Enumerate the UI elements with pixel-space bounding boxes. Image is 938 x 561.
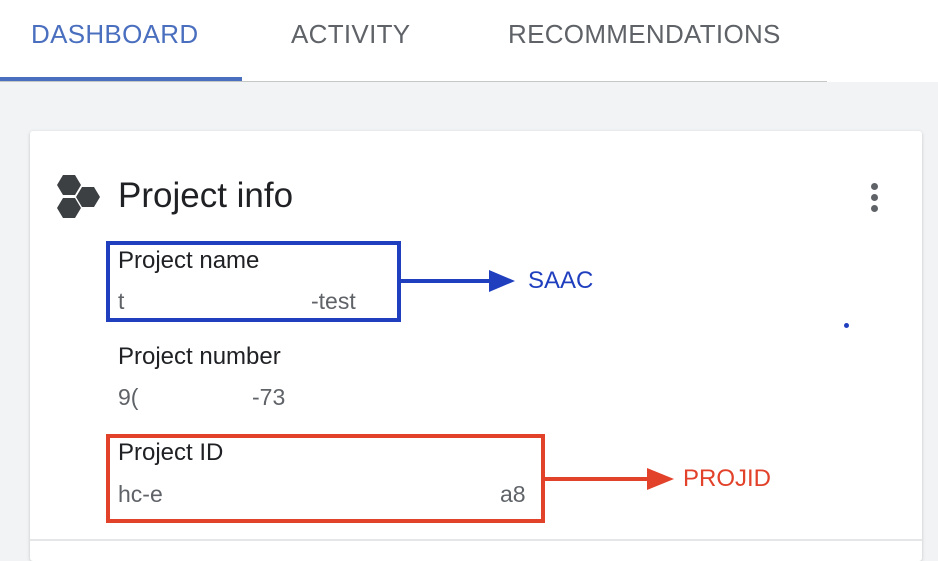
saac-annotation-label: SAAC [528,267,594,294]
tab-dashboard[interactable]: DASHBOARD [31,17,198,51]
project-id-highlight-box [106,434,545,523]
project-number-label: Project number [118,343,281,370]
project-number-value-start: 9( [118,384,139,410]
saac-arrow-icon [401,270,515,292]
projid-arrow-icon [545,468,674,490]
stray-dot [844,323,849,328]
projid-annotation-label: PROJID [683,465,772,492]
hexagons-icon [57,175,100,218]
more-vert-icon[interactable] [864,181,886,215]
project-number-value-end: -73 [252,384,286,410]
tab-activity[interactable]: ACTIVITY [291,17,410,51]
card-title: Project info [118,176,294,215]
tab-recommendations[interactable]: RECOMMENDATIONS [508,17,781,51]
tab-bar-divider [0,81,827,82]
card-footer-divider [30,539,922,541]
project-name-highlight-box [106,241,401,322]
tab-bar: DASHBOARD ACTIVITY RECOMMENDATIONS [0,0,938,82]
